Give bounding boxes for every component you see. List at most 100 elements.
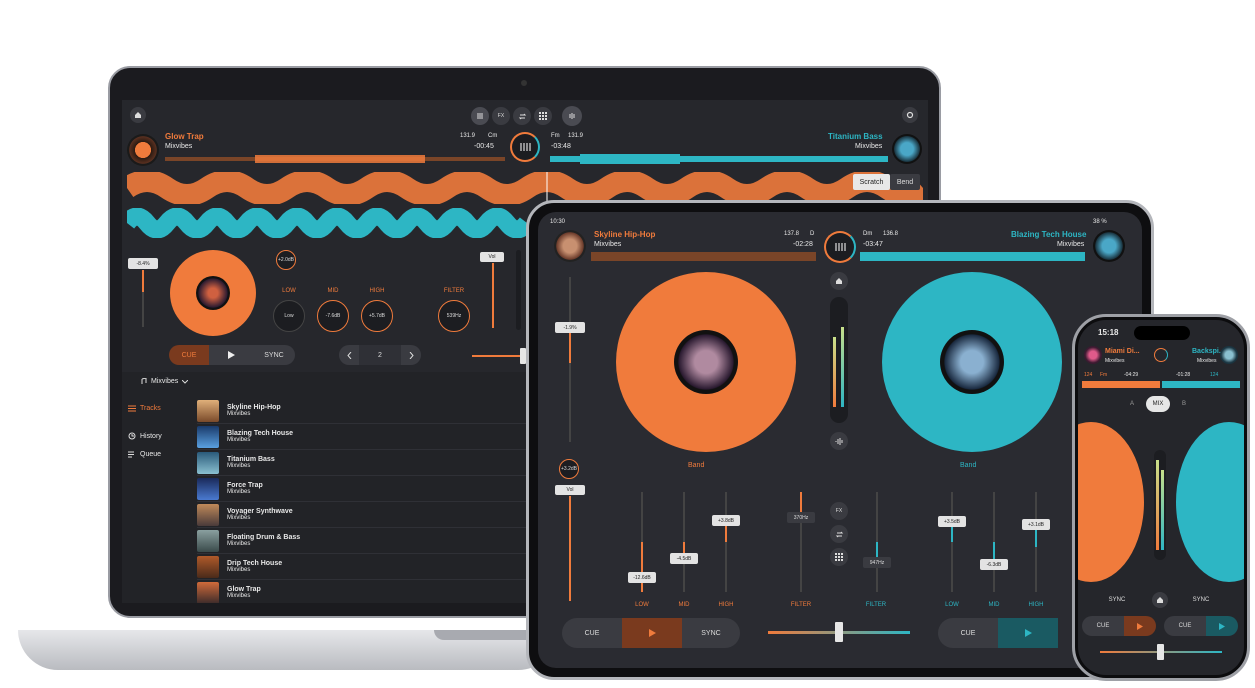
master-sync-button[interactable] [510,132,540,162]
phone-crossfader-handle[interactable] [1157,644,1164,660]
camera-icon [521,80,527,86]
phone-deck-a-waveform[interactable] [1082,381,1160,388]
track-row[interactable]: Force Trap Mixvibes [197,476,528,502]
track-artist: Mixvibes [227,489,251,495]
tablet-loop-button[interactable] [830,525,848,543]
phone-play-b-button[interactable] [1206,616,1238,636]
track-artwork [197,555,219,578]
tablet-low-b-fader[interactable] [951,492,953,592]
deck-a-low-knob[interactable]: Low [273,300,305,332]
deck-a-bpm: 131.9 [460,133,476,139]
scratch-button[interactable]: Scratch [853,174,890,190]
crossfader[interactable] [472,355,522,357]
bars-icon [520,143,531,151]
tablet-sync-emblem[interactable] [824,231,856,263]
phone-sync-emblem[interactable] [1154,348,1168,362]
tablet-sync-a-button[interactable]: SYNC [682,618,740,648]
tablet-deck-b-waveform[interactable] [860,252,1085,261]
tablet-crossfader-handle[interactable] [835,622,843,642]
deck-a-play-button[interactable] [209,345,253,365]
phone-sync-b-button[interactable]: SYNC [1184,593,1218,607]
tablet-deck-b-band[interactable]: Band [960,462,976,469]
phone-b-button[interactable]: B [1182,401,1186,407]
deck-b-main-waveform[interactable] [127,208,527,238]
loop-icon [518,113,526,119]
tablet-fx-button[interactable]: FX [830,502,848,520]
tablet-home-button[interactable] [830,272,848,290]
tablet-cue-a-button[interactable]: CUE [562,618,622,648]
tablet-deck-a-title: Skyline Hip-Hop [594,230,656,239]
tablet-low-label-b: LOW [945,602,959,608]
deck-b-artist: Mixvibes [855,143,883,150]
tablet-volume-a-fader[interactable] [569,496,571,601]
loop-button[interactable] [513,107,531,125]
home-button[interactable] [130,107,146,123]
phone-level-meter [1154,450,1166,560]
phone-mix-button[interactable]: MIX [1146,396,1170,412]
sidebar-item-history[interactable]: History [128,432,162,440]
phone-deck-b-waveform[interactable] [1162,381,1240,388]
deck-b-overview-waveform[interactable] [550,153,888,165]
tablet-deck-a-bpm: 137.8 [784,231,800,237]
tablet-deck-a-waveform[interactable] [591,252,816,261]
track-row[interactable]: Drip Tech House Mixvibes [197,554,528,580]
tablet-cue-b-button[interactable]: CUE [938,618,998,648]
settings-button[interactable] [902,107,918,123]
deck-a-filter-knob[interactable]: 539Hz [438,300,470,332]
tablet-high-a-value: +3.8dB [712,515,740,526]
mixer-button[interactable] [471,107,489,125]
tablet-level-meter [830,297,848,423]
deck-a-cue-button[interactable]: CUE [169,345,209,365]
phone-a-button[interactable]: A [1130,401,1134,407]
track-artwork [197,477,219,500]
phone-cue-b-button[interactable]: CUE [1164,616,1206,636]
track-row[interactable]: Blazing Tech House Mixvibes [197,424,528,450]
tablet-deck-a-artwork [554,230,586,262]
phone-dynamic-island [1134,326,1190,340]
deck-a-jog-artwork [196,276,230,310]
tablet-gain-knob[interactable]: +3.2dB [559,459,579,479]
fx-button[interactable]: FX [492,107,510,125]
tablet-deck-b-title: Blazing Tech House [1011,230,1087,239]
sidebar-item-tracks[interactable]: Tracks [128,405,161,412]
phone-play-a-button[interactable] [1124,616,1156,636]
play-icon [1137,622,1143,630]
tablet-high-a-fader[interactable] [725,492,727,592]
chevron-left-icon [346,351,351,359]
tablet-waveform-button[interactable] [830,432,848,450]
tablet-deck-a-band[interactable]: Band [688,462,704,469]
deck-a-sync-button[interactable]: SYNC [253,345,295,365]
bars-icon [835,243,846,251]
bend-button[interactable]: Bend [890,174,920,190]
source-selector[interactable]: Mixvibes [140,378,189,385]
phone-deck-b-jog[interactable] [1176,422,1244,582]
waveform-view-button[interactable] [562,106,582,126]
track-row[interactable]: Glow Trap Mixvibes [197,580,528,603]
track-row[interactable]: Floating Drum & Bass Mixvibes [197,528,528,554]
track-row[interactable]: Titanium Bass Mixvibes [197,450,528,476]
deck-a-mid-knob[interactable]: -7.6dB [317,300,349,332]
deck-a-volume-fader[interactable] [492,263,494,328]
phone-sync-a-button[interactable]: SYNC [1100,593,1134,607]
tablet-play-b-button[interactable] [998,618,1058,648]
waveform-icon [835,437,842,445]
pads-button[interactable] [534,107,552,125]
loop-decrease-button[interactable] [339,345,359,365]
track-artist: Mixvibes [227,437,251,443]
deck-a-gain-knob[interactable]: +2.0dB [276,250,296,270]
track-row[interactable]: Skyline Hip-Hop Mixvibes [197,398,528,424]
track-row[interactable]: Voyager Synthwave Mixvibes [197,502,528,528]
tablet-low-b-value: +3.5dB [938,516,966,527]
phone-deck-a-key: Fm [1100,372,1108,378]
phone-deck-a-jog[interactable] [1078,422,1144,582]
phone-cue-a-button[interactable]: CUE [1082,616,1124,636]
loop-increase-button[interactable] [401,345,421,365]
sidebar-item-queue[interactable]: Queue [128,451,161,458]
tablet-play-a-button[interactable] [622,618,682,648]
deck-a-high-knob[interactable]: +5.7dB [361,300,393,332]
tablet-pads-button[interactable] [830,548,848,566]
deck-a-overview-waveform[interactable] [165,153,505,165]
mid-label: MID [327,288,339,294]
track-title: Glow Trap [227,586,261,593]
phone-home-button[interactable] [1152,592,1168,608]
